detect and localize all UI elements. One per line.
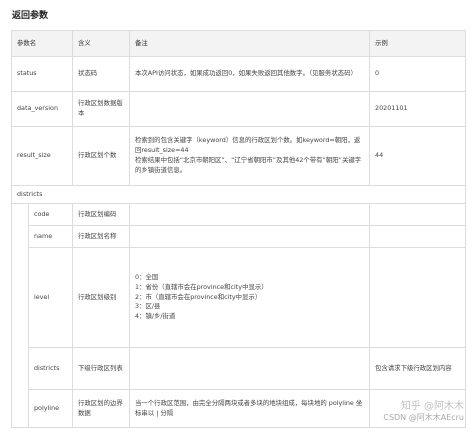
param-note (129, 91, 371, 127)
param-note (129, 225, 371, 248)
param-example: 包含请求下级行政区划内容 (369, 347, 467, 390)
note-line: 检索到的包含关键字（keyword）信息的行政区划个数。如keyword=朝阳，… (135, 136, 361, 155)
header-note: 备注 (129, 30, 371, 57)
param-meaning: 行政区划编码 (72, 203, 131, 226)
note-line: 0：全国 (135, 272, 159, 281)
param-example: 44 (369, 126, 467, 186)
param-name: status (10, 56, 74, 92)
table-row: status 状态码 本次API访问状态，如果成功返回0，如果失败返回其他数字。… (10, 56, 467, 92)
param-name: districts (10, 185, 467, 204)
param-name: result_size (10, 126, 74, 186)
note-line: 2：市（直辖市会在province和city中显示） (135, 292, 262, 301)
table-row: data_version 行政区划数据版本 20201101 (10, 91, 467, 127)
param-example: 20201101 (369, 91, 467, 127)
table-row: level 行政区划级别 0：全国 1：省份（直辖市会在province和cit… (12, 247, 467, 348)
section-title: 返回参数 (12, 11, 49, 21)
table-row: name 行政区划名称 (12, 225, 467, 248)
param-meaning: 行政区划级别 (72, 247, 131, 348)
param-meaning: 行政区划名称 (72, 225, 131, 248)
param-name: districts (27, 347, 74, 390)
note-line: 1：省份（直辖市会在province和city中显示） (135, 282, 268, 291)
watermark-csdn: CSDN @阿木木AEcru (383, 413, 464, 423)
param-note: 0：全国 1：省份（直辖市会在province和city中显示） 2：市（直辖市… (129, 247, 371, 348)
param-name: data_version (10, 91, 74, 127)
param-example: 0 (369, 56, 467, 92)
param-name: polyline (27, 389, 74, 428)
param-meaning: 行政区划个数 (72, 126, 131, 186)
table-row: districts (10, 185, 467, 204)
param-example (369, 247, 467, 348)
param-meaning: 状态码 (72, 56, 131, 92)
param-note: 本次API访问状态，如果成功返回0，如果失败返回其他数字。（见服务状态码） (129, 56, 371, 92)
table-header-row: 参数名 含义 备注 示例 (10, 30, 467, 57)
nested-indent-cell (11, 203, 29, 428)
param-meaning: 行政区划数据版本 (72, 91, 131, 127)
param-name: code (27, 203, 74, 226)
param-example (369, 203, 467, 226)
param-meaning: 行政区划的边界数据 (72, 389, 131, 428)
table-row: districts 下级行政区列表 包含请求下级行政区划内容 (12, 347, 467, 390)
note-line: 4：镇/乡/街道 (135, 312, 176, 321)
param-name: level (27, 247, 74, 348)
param-example (369, 225, 467, 248)
param-name: name (27, 225, 74, 248)
watermark-zhihu: 知乎 @阿木木 (400, 400, 464, 412)
return-params-table: 参数名 含义 备注 示例 status 状态码 本次API访问状态，如果成功返回… (10, 30, 467, 428)
param-note (129, 203, 371, 226)
header-meaning: 含义 (72, 30, 131, 57)
header-param: 参数名 (10, 30, 74, 57)
note-line: 3：区/县 (135, 302, 161, 311)
table-row: code 行政区划编码 (11, 203, 467, 428)
header-example: 示例 (369, 30, 467, 57)
param-note: 当一个行政区范围，由完全分隔两块或者多块的地块组成，每块地的 polyline … (129, 389, 371, 428)
watermark: 知乎 @阿木木 CSDN @阿木木AEcru (383, 400, 464, 424)
param-note: 检索到的包含关键字（keyword）信息的行政区划个数。如keyword=朝阳，… (129, 126, 371, 186)
table-row: result_size 行政区划个数 检索到的包含关键字（keyword）信息的… (10, 126, 467, 186)
param-meaning: 下级行政区列表 (72, 347, 131, 390)
note-line: 检索结果中包括“北京市朝阳区”、“辽宁省朝阳市”及其他42个带有“朝阳”关键字的… (135, 156, 362, 174)
param-note (129, 347, 371, 390)
